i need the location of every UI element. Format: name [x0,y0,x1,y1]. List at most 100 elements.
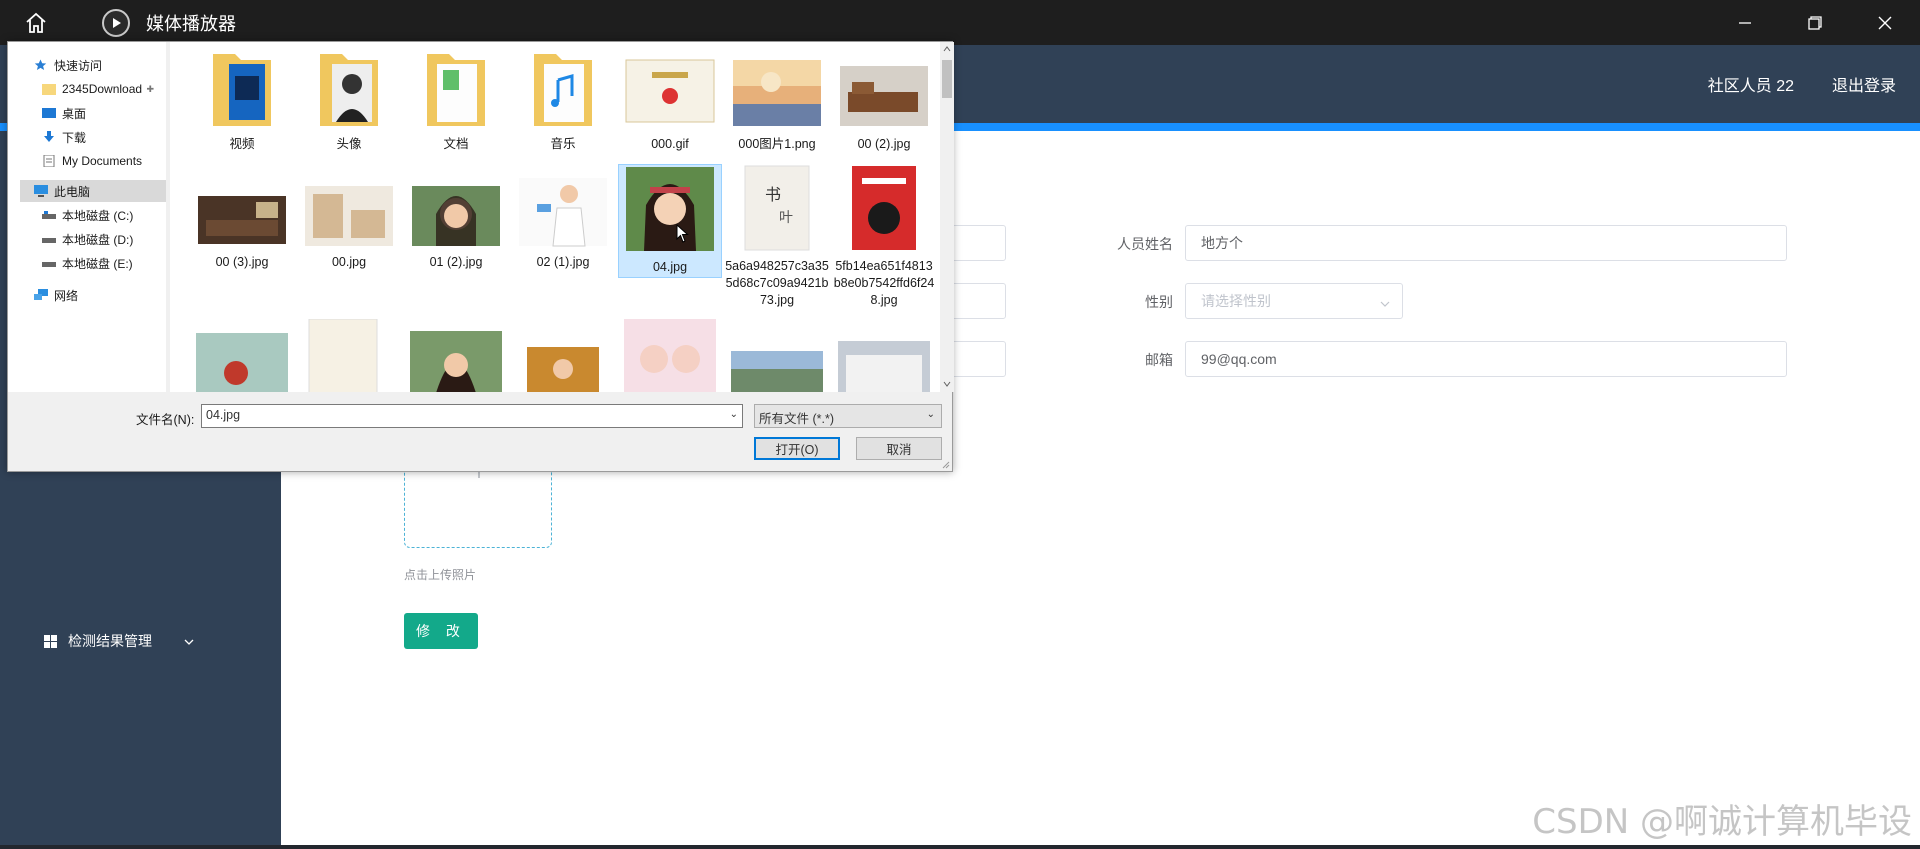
drive-icon [42,209,56,221]
file-item-folder[interactable]: 头像 [297,46,401,153]
file-item-image[interactable]: 000.gif [618,46,722,153]
nav-downloads[interactable]: 下载 [42,126,86,148]
file-open-dialog: 快速访问 2345Download ✚ 桌面 下载 My Documents 此… [7,41,954,472]
room-thumbnail [198,196,286,244]
restore-button[interactable] [1780,0,1850,45]
sidebar-item-partial[interactable] [44,591,164,605]
nav-drive-c[interactable]: 本地磁盘 (C:) [42,204,133,226]
desktop-icon [42,107,56,119]
logout-link[interactable]: 退出登录 [1832,72,1896,96]
file-item-folder[interactable]: 音乐 [511,46,615,153]
gender-placeholder: 请选择性别 [1201,293,1271,309]
partial-thumbnail-child[interactable] [196,333,288,392]
email-input[interactable]: 99@qq.com [1185,341,1787,377]
name-label: 人员姓名 [1117,236,1173,252]
filename-input[interactable]: 04.jpg ⌄ [201,404,743,428]
mouse-cursor-icon [676,224,689,243]
filename-label: 文件名(N): [136,413,195,427]
navigation-pane: 快速访问 2345Download ✚ 桌面 下载 My Documents 此… [8,42,166,392]
partial-thumbnail-campus[interactable] [731,351,823,392]
scrollbar-thumb[interactable] [942,60,952,98]
email-label: 邮箱 [1145,352,1173,368]
chevron-down-icon [184,633,194,649]
file-item-image[interactable]: 01 (2).jpg [404,164,508,271]
file-item-image[interactable]: 00 (3).jpg [190,164,294,271]
grid-icon [44,634,57,648]
book-cover-thumbnail: 书叶 [744,165,810,251]
photo-upload-box[interactable] [404,470,552,548]
cancel-button[interactable]: 取消 [856,437,942,460]
window-title: 媒体播放器 [146,13,236,34]
open-button[interactable]: 打开(O) [754,437,840,460]
sidebar-item-label: 检测结果管理 [68,633,152,649]
nav-quick-access[interactable]: 快速访问 [34,54,102,76]
file-item-image-selected[interactable]: 04.jpg [618,164,722,278]
network-icon [34,289,48,301]
download-icon [42,131,56,143]
scroll-down-icon [943,381,951,387]
window-controls [1710,0,1920,45]
nav-drive-d[interactable]: 本地磁盘 (D:) [42,228,133,250]
partial-thumbnail-building[interactable] [838,341,930,392]
nav-this-pc[interactable]: 此电脑 [20,180,166,202]
nav-2345download[interactable]: 2345Download ✚ [42,78,154,100]
gender-select[interactable]: 请选择性别 [1185,283,1403,319]
nav-my-documents[interactable]: My Documents [42,150,142,172]
home-icon[interactable] [18,5,54,41]
pin-icon: ✚ [146,83,155,94]
minimize-button[interactable] [1710,0,1780,45]
file-item-image[interactable]: 5fb14ea651f4813b8e0b7542ffd6f248.jpg [832,164,936,309]
filetype-select[interactable]: 所有文件 (*.*) ⌄ [754,404,942,428]
resize-grip-icon[interactable] [940,459,950,469]
nav-drive-e[interactable]: 本地磁盘 (E:) [42,252,133,274]
modify-button[interactable]: 修 改 [404,613,478,649]
gender-label: 性别 [1145,294,1173,310]
nav-network[interactable]: 网络 [34,284,78,306]
chevron-down-icon: ⌄ [926,409,935,420]
avatar-folder-icon [320,54,378,126]
file-item-image[interactable]: 02 (1).jpg [511,164,615,271]
folder-icon [42,83,56,95]
partial-thumbnail-babies[interactable] [624,319,716,392]
file-item-image[interactable]: 00.jpg [297,164,401,271]
file-item-folder[interactable]: 文档 [404,46,508,153]
filetype-value: 所有文件 (*.*) [759,412,835,426]
sidebar-item-detection-results[interactable]: 检测结果管理 [44,631,194,651]
drive-icon [42,257,56,269]
chevron-down-icon [1380,295,1390,311]
music-folder-icon [534,54,592,126]
documents-icon [42,154,56,168]
name-input[interactable]: 地方个 [1185,225,1787,261]
computer-icon [34,185,48,197]
upload-tip: 点击上传照片 [404,568,477,582]
vertical-scrollbar[interactable] [940,42,954,392]
partial-thumbnail-book[interactable] [303,319,383,392]
file-list-pane: 视频 头像 文档 音乐 000.gif 000图片1.png 00 (2).jp… [170,42,940,392]
file-item-folder[interactable]: 视频 [190,46,294,153]
drive-icon [42,233,56,245]
living-room-thumbnail [840,66,928,126]
chevron-down-icon[interactable]: ⌄ [730,409,738,420]
documents-folder-icon [427,54,485,126]
media-player-titlebar: 媒体播放器 [0,0,1920,45]
scroll-up-icon [943,46,951,52]
current-user: 社区人员 22 [1707,78,1794,95]
file-item-image[interactable]: 00 (2).jpg [832,46,936,153]
furniture-thumbnail [305,186,393,246]
portrait-selected-thumbnail [626,167,714,251]
doctor-thumbnail [519,178,607,247]
red-book-thumbnail [852,166,916,250]
video-folder-icon [213,54,271,126]
bottom-border [0,845,1920,849]
file-item-image[interactable]: 000图片1.png [725,46,829,153]
partial-thumbnail-portrait[interactable] [517,347,609,392]
portrait-thumbnail [412,186,500,246]
file-item-image[interactable]: 书叶 5a6a948257c3a355d68c7c09a9421b73.jpg [725,164,829,309]
certificate-thumbnail [625,59,715,123]
svg-text:书: 书 [765,185,781,204]
media-player-logo-icon [102,8,130,37]
partial-thumbnail-portrait[interactable] [410,331,502,392]
close-button[interactable] [1850,0,1920,45]
svg-text:叶: 叶 [779,210,793,226]
nav-desktop[interactable]: 桌面 [42,102,86,124]
